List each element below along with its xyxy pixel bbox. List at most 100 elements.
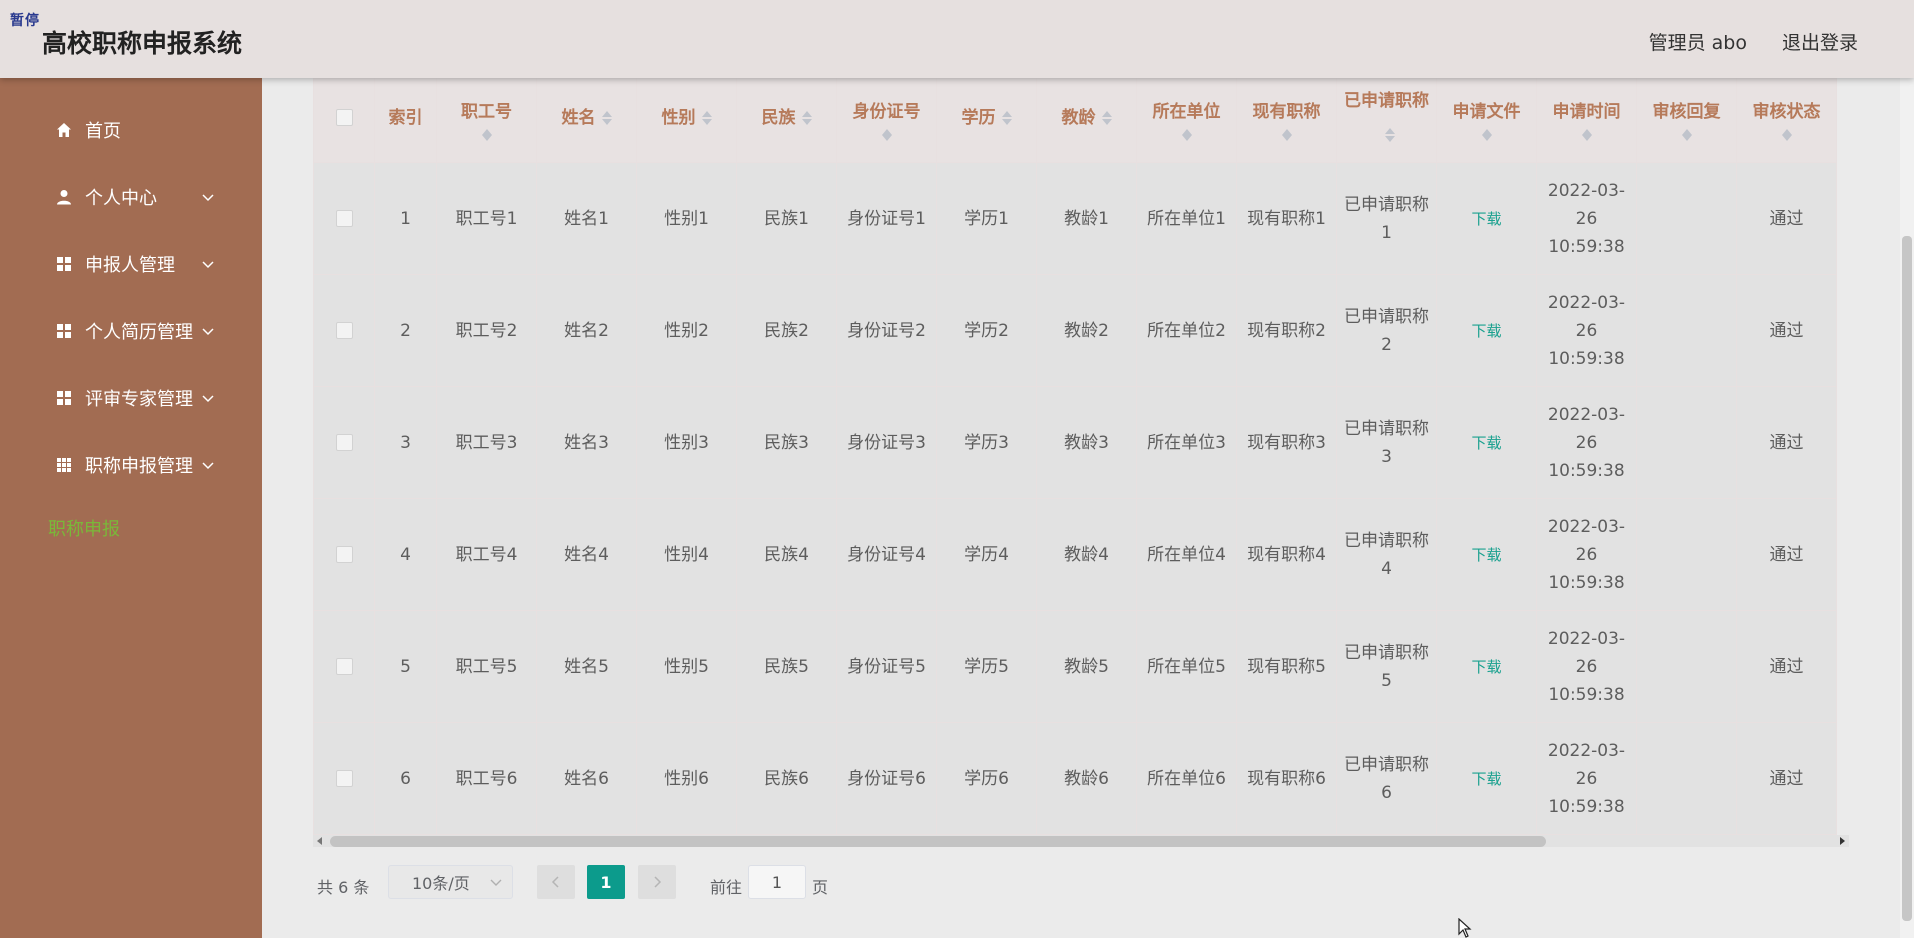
row-checkbox[interactable]	[335, 658, 353, 675]
cell-staff-id: 职工号2	[436, 274, 537, 387]
chevron-right-icon	[654, 876, 662, 888]
mouse-cursor-icon	[1458, 918, 1472, 938]
column-header-gender[interactable]: 性别	[636, 78, 737, 163]
cell-staff-id: 职工号5	[436, 610, 537, 723]
column-header-application-file[interactable]: 申请文件	[1436, 78, 1537, 163]
cell-education: 学历6	[936, 722, 1037, 835]
row-select-cell[interactable]	[313, 610, 375, 723]
cell-applied-title: 已申请职称6	[1336, 722, 1437, 835]
data-table-wrapper: 索引 职工号 姓名 性别 民族 身份证号 学历 教龄 所在单位 现有职称 已申请…	[313, 78, 1849, 848]
sidebar-item-expert-management[interactable]: 评审专家管理	[55, 384, 214, 412]
cell-teaching-years: 教龄4	[1036, 498, 1137, 611]
row-checkbox[interactable]	[335, 434, 353, 451]
goto-label: 前往	[710, 878, 743, 897]
row-checkbox[interactable]	[335, 322, 353, 339]
cell-current-title: 现有职称6	[1236, 722, 1337, 835]
column-header-teaching-years[interactable]: 教龄	[1036, 78, 1137, 163]
sort-icon[interactable]	[1001, 110, 1012, 125]
total-count: 共 6 条	[317, 878, 370, 897]
column-header-education[interactable]: 学历	[936, 78, 1037, 163]
column-header-current-title[interactable]: 现有职称	[1236, 78, 1337, 163]
download-link[interactable]: 下载	[1471, 434, 1501, 452]
sort-icon[interactable]	[1384, 127, 1395, 142]
column-header-applied-title[interactable]: 已申请职称	[1336, 78, 1437, 163]
scroll-right-icon[interactable]	[1840, 837, 1845, 845]
sidebar-item-resume-management[interactable]: 个人简历管理	[55, 317, 214, 345]
select-all-checkbox[interactable]	[335, 109, 353, 126]
sort-icon[interactable]	[1681, 128, 1692, 141]
sort-icon[interactable]	[701, 110, 712, 125]
chevron-down-icon	[202, 328, 214, 336]
goto-page-input[interactable]	[748, 865, 806, 899]
cell-index: 6	[374, 722, 437, 835]
column-header-staff-id[interactable]: 职工号	[436, 78, 537, 163]
next-page-button[interactable]	[638, 865, 676, 899]
select-all-cell[interactable]	[313, 78, 375, 163]
sidebar-subitem-title-application[interactable]: 职称申报	[48, 515, 120, 541]
download-link[interactable]: 下载	[1471, 210, 1501, 228]
row-select-cell[interactable]	[313, 386, 375, 499]
scrollbar-thumb[interactable]	[1902, 236, 1912, 921]
sort-icon[interactable]	[1181, 128, 1192, 141]
column-header-ethnicity[interactable]: 民族	[736, 78, 837, 163]
sort-icon[interactable]	[801, 110, 812, 125]
prev-page-button[interactable]	[537, 865, 575, 899]
cell-review-status: 通过	[1736, 610, 1837, 723]
column-header-review-status[interactable]: 审核状态	[1736, 78, 1837, 163]
horizontal-scrollbar[interactable]	[313, 835, 1849, 847]
download-link[interactable]: 下载	[1471, 770, 1501, 788]
scrollbar-thumb[interactable]	[330, 836, 1546, 847]
column-header-application-time[interactable]: 申请时间	[1536, 78, 1637, 163]
sidebar-item-label: 个人简历管理	[85, 322, 193, 343]
cell-staff-id: 职工号4	[436, 498, 537, 611]
column-header-unit[interactable]: 所在单位	[1136, 78, 1237, 163]
download-link[interactable]: 下载	[1471, 546, 1501, 564]
row-select-cell[interactable]	[313, 498, 375, 611]
row-checkbox[interactable]	[335, 770, 353, 787]
cell-ethnicity: 民族3	[736, 386, 837, 499]
download-link[interactable]: 下载	[1471, 322, 1501, 340]
cell-applied-title: 已申请职称3	[1336, 386, 1437, 499]
cell-id-number: 身份证号4	[836, 498, 937, 611]
column-header-name[interactable]: 姓名	[536, 78, 637, 163]
sort-icon[interactable]	[1581, 128, 1592, 141]
table-row: 1 职工号1 姓名1 性别1 民族1 身份证号1 学历1 教龄1 所在单位1 现有职称1 已申请职称…	[313, 162, 1837, 275]
sort-icon[interactable]	[881, 128, 892, 141]
cell-application-file: 下载	[1436, 386, 1537, 499]
sort-icon[interactable]	[1781, 128, 1792, 141]
cell-teaching-years: 教龄5	[1036, 610, 1137, 723]
page-number-current[interactable]: 1	[587, 865, 625, 899]
vertical-scrollbar[interactable]	[1900, 78, 1914, 938]
row-select-cell[interactable]	[313, 274, 375, 387]
page-size-select[interactable]: 10条/页	[388, 865, 513, 899]
row-checkbox[interactable]	[335, 210, 353, 227]
row-select-cell[interactable]	[313, 722, 375, 835]
cell-staff-id: 职工号3	[436, 386, 537, 499]
row-select-cell[interactable]	[313, 162, 375, 275]
cell-id-number: 身份证号3	[836, 386, 937, 499]
cell-teaching-years: 教龄2	[1036, 274, 1137, 387]
cell-applied-title: 已申请职称1	[1336, 162, 1437, 275]
sort-icon[interactable]	[601, 110, 612, 125]
table-row: 5 职工号5 姓名5 性别5 民族5 身份证号5 学历5 教龄5 所在单位5 现有职称5 已申请职称…	[313, 610, 1837, 723]
sort-icon[interactable]	[481, 128, 492, 141]
download-link[interactable]: 下载	[1471, 658, 1501, 676]
row-checkbox[interactable]	[335, 546, 353, 563]
cell-gender: 性别6	[636, 722, 737, 835]
sort-icon[interactable]	[1101, 110, 1112, 125]
sidebar-item-home[interactable]: 首页	[55, 116, 121, 144]
sidebar-item-personal-center[interactable]: 个人中心	[55, 183, 214, 211]
column-header-review-reply[interactable]: 审核回复	[1636, 78, 1737, 163]
sidebar-item-applicant-management[interactable]: 申报人管理	[55, 250, 214, 278]
grid-icon	[55, 255, 73, 273]
cell-review-status: 通过	[1736, 386, 1837, 499]
scroll-left-icon[interactable]	[317, 837, 322, 845]
cell-review-reply	[1636, 162, 1737, 275]
sidebar-item-title-application-management[interactable]: 职称申报管理	[55, 451, 214, 479]
cell-unit: 所在单位1	[1136, 162, 1237, 275]
logout-button[interactable]: 退出登录	[1782, 28, 1858, 55]
sort-icon[interactable]	[1281, 128, 1292, 141]
cell-gender: 性别4	[636, 498, 737, 611]
sort-icon[interactable]	[1481, 128, 1492, 141]
column-header-id-number[interactable]: 身份证号	[836, 78, 937, 163]
